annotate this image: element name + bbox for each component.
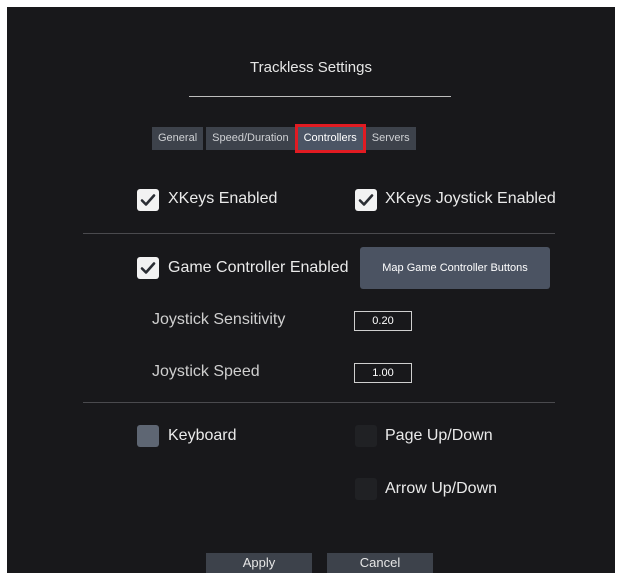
arrow-up-down-checkbox[interactable] [355, 478, 377, 500]
arrow-up-down-label: Arrow Up/Down [385, 480, 498, 497]
section-divider [83, 233, 555, 234]
xkeys-joystick-enabled-label: XKeys Joystick Enabled [385, 190, 556, 207]
keyboard-label: Keyboard [168, 427, 237, 444]
joystick-sensitivity-label: Joystick Sensitivity [152, 311, 286, 328]
title-divider [189, 96, 451, 97]
cancel-button[interactable]: Cancel [327, 553, 433, 573]
apply-button[interactable]: Apply [206, 553, 312, 573]
dialog-title: Trackless Settings [250, 59, 372, 76]
xkeys-enabled-label: XKeys Enabled [168, 190, 278, 207]
tab-bar: General Speed/Duration Controllers Serve… [152, 124, 416, 153]
joystick-speed-label: Joystick Speed [152, 363, 260, 380]
checkmark-icon [358, 194, 374, 206]
xkeys-joystick-enabled-checkbox[interactable] [355, 189, 377, 211]
checkmark-icon [140, 262, 156, 274]
game-controller-enabled-label: Game Controller Enabled [168, 259, 349, 276]
checkmark-icon [140, 194, 156, 206]
xkeys-enabled-checkbox[interactable] [137, 189, 159, 211]
joystick-sensitivity-input[interactable]: 0.20 [354, 311, 412, 331]
joystick-speed-input[interactable]: 1.00 [354, 363, 412, 383]
game-controller-enabled-checkbox[interactable] [137, 257, 159, 279]
page-up-down-checkbox[interactable] [355, 425, 377, 447]
keyboard-checkbox[interactable] [137, 425, 159, 447]
settings-dialog: Trackless Settings General Speed/Duratio… [7, 7, 615, 573]
page-up-down-label: Page Up/Down [385, 427, 493, 444]
section-divider [83, 402, 555, 403]
tab-speed-duration[interactable]: Speed/Duration [206, 127, 295, 150]
tab-general[interactable]: General [152, 127, 204, 150]
map-game-controller-buttons-button[interactable]: Map Game Controller Buttons [360, 247, 550, 289]
tab-controllers[interactable]: Controllers [294, 124, 366, 153]
tab-servers[interactable]: Servers [365, 127, 416, 150]
